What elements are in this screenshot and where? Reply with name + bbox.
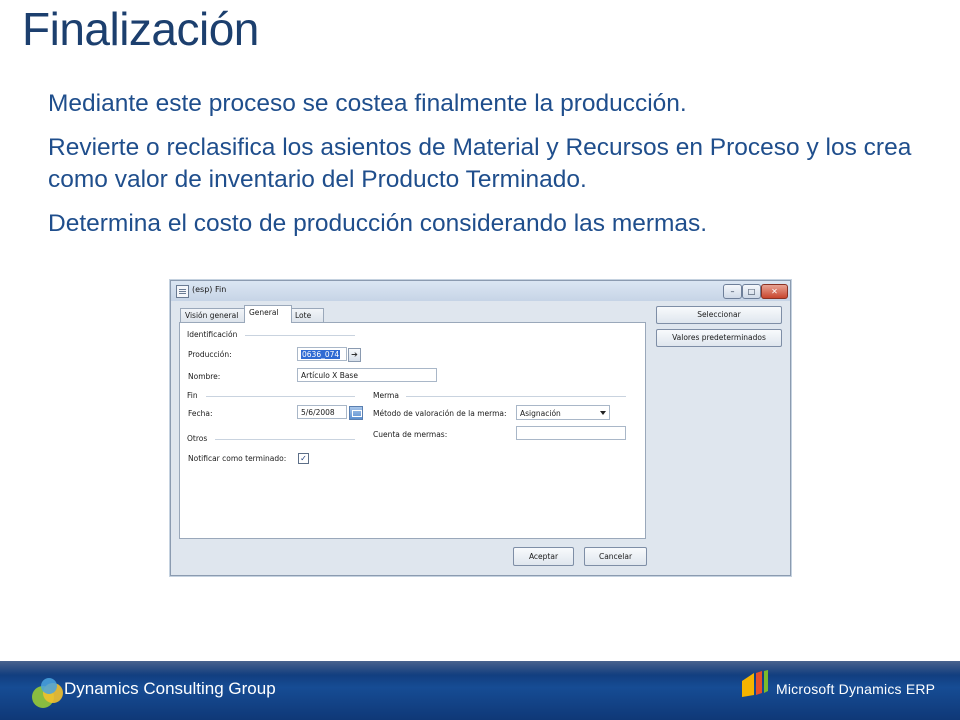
fin-dialog-window: (esp) Fin – □ ✕ Visión general General L… xyxy=(170,280,791,576)
calendar-icon[interactable] xyxy=(349,406,363,420)
valores-predeterminados-button[interactable]: Valores predeterminados xyxy=(656,329,782,347)
close-icon: ✕ xyxy=(771,287,778,296)
nombre-label: Nombre: xyxy=(188,372,221,381)
tab-general[interactable]: General xyxy=(244,305,292,323)
produccion-value: 0636_074 xyxy=(301,350,341,359)
bullet-3: Determina el costo de producción conside… xyxy=(48,210,708,237)
cancelar-button[interactable]: Cancelar xyxy=(584,547,647,566)
tab-lote[interactable]: Lote xyxy=(290,308,324,322)
tab-vision-general[interactable]: Visión general xyxy=(180,308,246,322)
microsoft-dynamics-erp-brand: Microsoft Dynamics ERP xyxy=(776,681,936,697)
aceptar-button[interactable]: Aceptar xyxy=(513,547,574,566)
minimize-icon: – xyxy=(730,287,735,296)
notificar-checkbox[interactable]: ✓ xyxy=(298,453,309,464)
maximize-button[interactable]: □ xyxy=(742,284,761,299)
cuenta-mermas-input[interactable] xyxy=(516,426,626,440)
lookup-arrow-icon[interactable]: ➔ xyxy=(348,348,361,362)
maximize-icon: □ xyxy=(747,287,756,296)
notificar-label: Notificar como terminado: xyxy=(188,454,287,463)
minimize-button[interactable]: – xyxy=(723,284,742,299)
footer-sheen xyxy=(0,661,960,675)
group-divider xyxy=(406,396,626,397)
group-divider xyxy=(245,335,355,336)
group-divider xyxy=(215,439,355,440)
window-titlebar[interactable]: (esp) Fin – □ ✕ xyxy=(171,281,790,301)
metodo-value: Asignación xyxy=(520,409,561,418)
produccion-input[interactable]: 0636_074 xyxy=(297,347,347,361)
close-button[interactable]: ✕ xyxy=(761,284,788,299)
group-identificacion: Identificación xyxy=(187,330,238,339)
bullet-2: Revierte o reclasifica los asientos de M… xyxy=(48,134,912,193)
general-tab-panel: Identificación Producción: 0636_074 ➔ No… xyxy=(179,322,646,539)
slide-title: Finalización xyxy=(22,3,259,55)
fecha-input[interactable]: 5/6/2008 xyxy=(297,405,347,419)
group-merma: Merma xyxy=(373,391,399,400)
cuenta-label: Cuenta de mermas: xyxy=(373,430,448,439)
bullet-list: Mediante este proceso se costea finalmen… xyxy=(48,88,928,252)
nombre-input[interactable]: Artículo X Base xyxy=(297,368,437,382)
microsoft-flag-icon xyxy=(742,670,768,697)
group-otros: Otros xyxy=(187,434,208,443)
bullet-1: Mediante este proceso se costea finalmen… xyxy=(48,90,687,117)
group-divider xyxy=(206,396,355,397)
group-fin: Fin xyxy=(187,391,198,400)
metodo-label: Método de valoración de la merma: xyxy=(373,409,507,418)
produccion-label: Producción: xyxy=(188,350,232,359)
metodo-select[interactable]: Asignación xyxy=(516,405,610,420)
window-title: (esp) Fin xyxy=(192,285,227,294)
seleccionar-button[interactable]: Seleccionar xyxy=(656,306,782,324)
chevron-down-icon xyxy=(600,411,606,415)
form-icon xyxy=(176,285,189,298)
fecha-label: Fecha: xyxy=(188,409,213,418)
dynamics-consulting-brand: Dynamics Consulting Group xyxy=(64,679,276,698)
